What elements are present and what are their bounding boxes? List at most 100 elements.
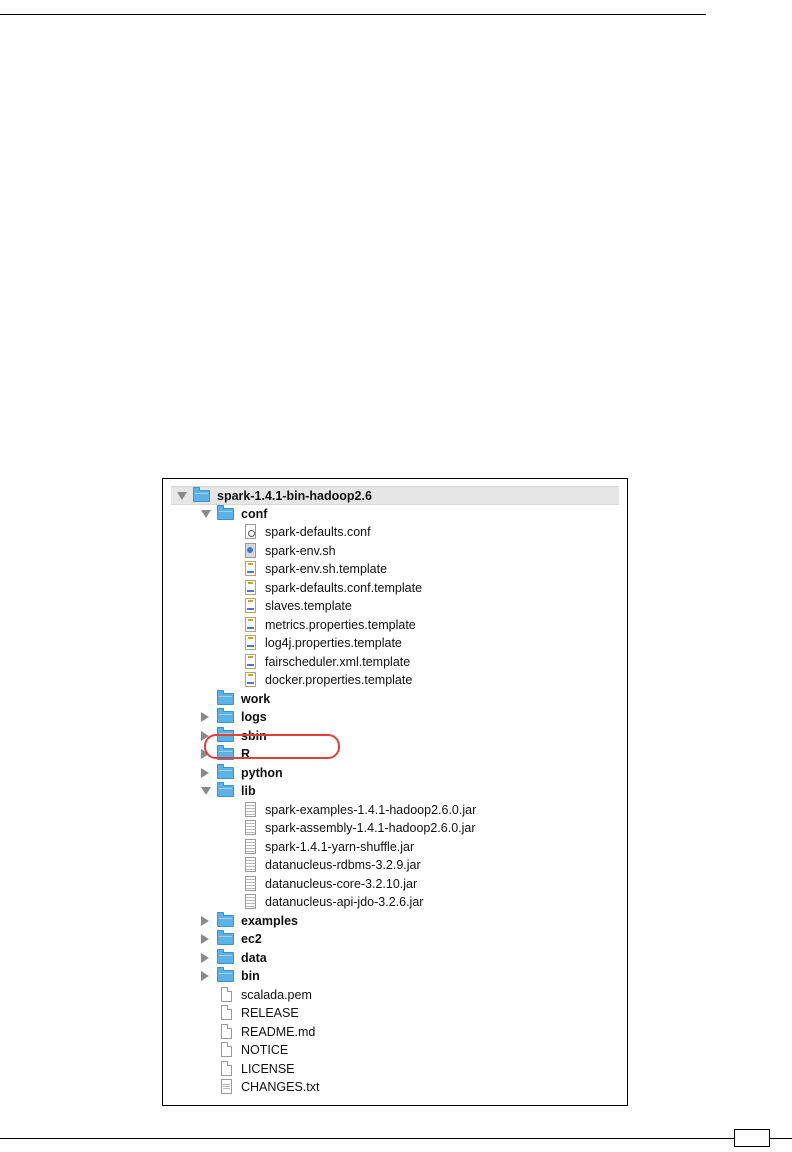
item-label: lib <box>241 784 256 798</box>
folder-icon <box>217 948 234 964</box>
item-label: spark-1.4.1-bin-hadoop2.6 <box>217 489 372 503</box>
plain-file-icon <box>221 986 232 1002</box>
item-label: ec2 <box>241 932 262 946</box>
folder-icon <box>193 487 210 502</box>
file-row-spark-assembly-1-4-1-hadoop2-6-0-jar[interactable]: spark-assembly-1.4.1-hadoop2.6.0.jar <box>171 819 619 838</box>
item-label: R <box>241 747 251 761</box>
file-row-license[interactable]: LICENSE <box>171 1060 619 1079</box>
template-file-icon <box>245 598 256 613</box>
item-label: LICENSE <box>241 1061 295 1076</box>
template-file-icon <box>245 561 256 576</box>
folder-row-conf[interactable]: conf <box>171 504 619 524</box>
item-label: datanucleus-core-3.2.10.jar <box>265 876 418 891</box>
folder-row-data[interactable]: data <box>171 948 619 968</box>
file-row-datanucleus-rdbms-3-2-9-jar[interactable]: datanucleus-rdbms-3.2.9.jar <box>171 856 619 875</box>
file-row-spark-env-sh[interactable]: spark-env.sh <box>171 542 619 561</box>
file-row-spark-examples-1-4-1-hadoop2-6-0-jar[interactable]: spark-examples-1.4.1-hadoop2.6.0.jar <box>171 801 619 820</box>
disclosure-closed-icon[interactable] <box>201 952 209 963</box>
folder-icon <box>217 967 234 982</box>
item-label: work <box>241 691 271 706</box>
disclosure-closed-icon[interactable] <box>201 767 209 778</box>
file-row-readme-md[interactable]: README.md <box>171 1023 619 1042</box>
plain-file-icon <box>221 1060 232 1076</box>
item-label: metrics.properties.template <box>265 617 416 632</box>
item-label: spark-defaults.conf <box>265 525 371 539</box>
jar-file-icon <box>245 820 256 835</box>
item-label: README.md <box>241 1024 316 1039</box>
folder-row-work[interactable]: work <box>171 689 619 709</box>
folder-row-r[interactable]: R <box>171 745 619 764</box>
plain-file-icon <box>221 1005 232 1020</box>
folder-row-spark-1-4-1-bin-hadoop2-6[interactable]: spark-1.4.1-bin-hadoop2.6 <box>171 486 619 505</box>
conf-file-icon <box>245 524 256 539</box>
item-label: python <box>241 765 283 780</box>
finder-file-list: spark-1.4.1-bin-hadoop2.6 conf spark-defau… <box>171 486 619 1097</box>
file-row-spark-1-4-1-yarn-shuffle-jar[interactable]: spark-1.4.1-yarn-shuffle.jar <box>171 838 619 857</box>
disclosure-closed-icon[interactable] <box>201 971 209 981</box>
file-row-slaves-template[interactable]: slaves.template <box>171 597 619 616</box>
folder-icon <box>217 763 234 779</box>
disclosure-closed-icon[interactable] <box>201 730 209 741</box>
item-label: CHANGES.txt <box>241 1080 320 1094</box>
item-label: conf <box>241 506 268 521</box>
folder-row-logs[interactable]: logs <box>171 708 619 727</box>
item-label: scalada.pem <box>241 987 312 1002</box>
header-rule <box>0 14 706 15</box>
folder-icon <box>217 726 234 742</box>
folder-icon <box>217 782 234 797</box>
file-row-docker-properties-template[interactable]: docker.properties.template <box>171 671 619 690</box>
item-label: NOTICE <box>241 1043 289 1057</box>
disclosure-open-icon[interactable] <box>201 787 211 795</box>
jar-file-icon <box>245 838 256 854</box>
folder-row-bin[interactable]: bin <box>171 967 619 986</box>
disclosure-closed-icon[interactable] <box>201 749 209 759</box>
page-number-box <box>734 1129 770 1147</box>
disclosure-closed-icon[interactable] <box>201 934 209 944</box>
file-row-log4j-properties-template[interactable]: log4j.properties.template <box>171 634 619 653</box>
folder-row-examples[interactable]: examples <box>171 911 619 931</box>
item-label: spark-assembly-1.4.1-hadoop2.6.0.jar <box>265 821 476 835</box>
jar-file-icon <box>245 875 256 891</box>
file-row-changes-txt[interactable]: CHANGES.txt <box>171 1078 619 1097</box>
folder-row-ec2[interactable]: ec2 <box>171 930 619 949</box>
disclosure-open-icon[interactable] <box>177 492 187 500</box>
folder-icon <box>217 745 234 760</box>
template-file-icon <box>245 616 256 632</box>
item-label: spark-examples-1.4.1-hadoop2.6.0.jar <box>265 802 477 817</box>
item-label: sbin <box>241 728 267 743</box>
jar-file-icon <box>245 857 256 872</box>
item-label: datanucleus-api-jdo-3.2.6.jar <box>265 895 424 909</box>
txt-file-icon <box>221 1079 232 1094</box>
file-row-spark-env-sh-template[interactable]: spark-env.sh.template <box>171 560 619 579</box>
item-label: examples <box>241 913 298 928</box>
folder-icon <box>217 930 234 945</box>
jar-file-icon <box>245 894 256 909</box>
disclosure-closed-icon[interactable] <box>201 712 209 722</box>
item-label: spark-env.sh <box>265 543 336 558</box>
file-row-notice[interactable]: NOTICE <box>171 1041 619 1060</box>
item-label: fairscheduler.xml.template <box>265 654 411 669</box>
disclosure-open-icon[interactable] <box>201 509 211 518</box>
folder-icon <box>217 689 234 705</box>
footer-rule <box>0 1138 792 1139</box>
jar-file-icon <box>245 801 256 817</box>
file-row-datanucleus-core-3-2-10-jar[interactable]: datanucleus-core-3.2.10.jar <box>171 875 619 894</box>
file-row-metrics-properties-template[interactable]: metrics.properties.template <box>171 616 619 635</box>
file-row-scalada-pem[interactable]: scalada.pem <box>171 986 619 1005</box>
file-row-fairscheduler-xml-template[interactable]: fairscheduler.xml.template <box>171 653 619 672</box>
item-label: RELEASE <box>241 1006 299 1020</box>
folder-row-lib[interactable]: lib <box>171 782 619 801</box>
folder-row-sbin[interactable]: sbin <box>171 726 619 746</box>
plain-file-icon <box>221 1042 232 1057</box>
file-row-spark-defaults-conf[interactable]: spark-defaults.conf <box>171 523 619 542</box>
file-row-spark-defaults-conf-template[interactable]: spark-defaults.conf.template <box>171 579 619 598</box>
file-row-datanucleus-api-jdo-3-2-6-jar[interactable]: datanucleus-api-jdo-3.2.6.jar <box>171 893 619 912</box>
item-label: logs <box>241 710 267 724</box>
script-file-icon <box>245 542 256 558</box>
item-label: log4j.properties.template <box>265 636 402 650</box>
item-label: datanucleus-rdbms-3.2.9.jar <box>265 858 421 872</box>
file-row-release[interactable]: RELEASE <box>171 1004 619 1023</box>
folder-row-python[interactable]: python <box>171 763 619 783</box>
template-file-icon <box>245 653 256 669</box>
disclosure-closed-icon[interactable] <box>201 915 209 926</box>
